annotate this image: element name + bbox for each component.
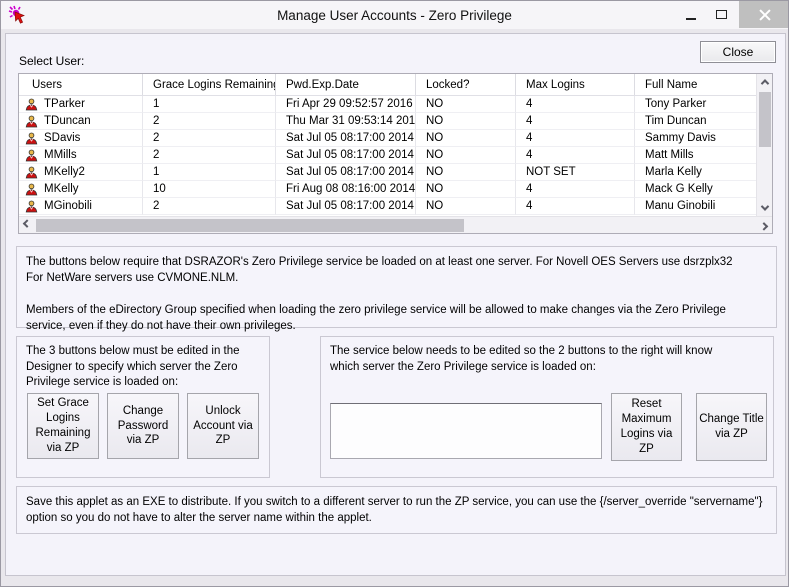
table-row[interactable]: TParker 1 Fri Apr 29 09:52:57 2016 NO 4 …: [19, 96, 756, 113]
service-edit-note: The service below needs to be edited so …: [330, 344, 720, 375]
table-row[interactable]: SDavis 2 Sat Jul 05 08:17:00 2014 NO 4 S…: [19, 130, 756, 147]
table-row[interactable]: TDuncan 2 Thu Mar 31 09:53:14 2016 NO 4 …: [19, 113, 756, 130]
chevron-up-icon: [761, 79, 769, 87]
column-header-users[interactable]: Users: [19, 74, 143, 95]
unlock-account-button[interactable]: Unlock Account via ZP: [187, 393, 259, 459]
column-header-max-logins[interactable]: Max Logins: [516, 74, 635, 95]
user-icon: [25, 115, 38, 128]
horizontal-scrollbar[interactable]: [19, 216, 772, 233]
zp-service-info-panel: The buttons below require that DSRAZOR's…: [16, 246, 777, 328]
scroll-right-button[interactable]: [756, 217, 772, 233]
maximize-button[interactable]: [707, 1, 735, 28]
select-user-label: Select User:: [19, 54, 84, 68]
user-icon: [25, 166, 38, 179]
designer-buttons-note: The 3 buttons below must be edited in th…: [26, 344, 262, 391]
list-header: Users Grace Logins Remaining Pwd.Exp.Dat…: [19, 74, 756, 96]
change-title-button[interactable]: Change Title via ZP: [696, 393, 767, 461]
user-icon: [25, 149, 38, 162]
scroll-down-button[interactable]: [757, 200, 773, 216]
dialog-window: Manage User Accounts - Zero Privilege Cl…: [0, 0, 789, 587]
save-applet-note-panel: Save this applet as an EXE to distribute…: [16, 486, 777, 534]
list-rows: TParker 1 Fri Apr 29 09:52:57 2016 NO 4 …: [19, 96, 756, 215]
minimize-icon: [686, 18, 696, 20]
table-row[interactable]: MMills 2 Sat Jul 05 08:17:00 2014 NO 4 M…: [19, 147, 756, 164]
designer-buttons-group: The 3 buttons below must be edited in th…: [16, 336, 270, 478]
table-row[interactable]: MKelly2 1 Sat Jul 05 08:17:00 2014 NO NO…: [19, 164, 756, 181]
title-bar: Manage User Accounts - Zero Privilege: [1, 1, 788, 29]
maximize-icon: [716, 10, 727, 19]
close-icon: [759, 9, 771, 21]
minimize-button[interactable]: [677, 1, 705, 28]
user-icon: [25, 132, 38, 145]
scroll-up-button[interactable]: [757, 74, 773, 90]
service-edit-group: The service below needs to be edited so …: [320, 336, 774, 478]
horizontal-scroll-thumb[interactable]: [36, 219, 464, 232]
content-panel: Close Select User: Users Grace Logins Re…: [5, 33, 786, 576]
column-header-locked[interactable]: Locked?: [416, 74, 516, 95]
column-header-grace-logins[interactable]: Grace Logins Remaining: [143, 74, 276, 95]
scroll-left-button[interactable]: [19, 217, 35, 233]
user-icon: [25, 98, 38, 111]
change-password-button[interactable]: Change Password via ZP: [107, 393, 179, 459]
user-icon: [25, 183, 38, 196]
column-header-pwd-exp-date[interactable]: Pwd.Exp.Date: [276, 74, 416, 95]
table-row[interactable]: MGinobili 2 Sat Jul 05 08:17:00 2014 NO …: [19, 198, 756, 215]
vertical-scrollbar[interactable]: [756, 74, 772, 216]
user-icon: [25, 200, 38, 213]
column-header-full-name[interactable]: Full Name: [635, 74, 756, 95]
vertical-scroll-thumb[interactable]: [759, 92, 771, 147]
set-grace-logins-button[interactable]: Set Grace Logins Remaining via ZP: [27, 393, 99, 459]
reset-max-logins-button[interactable]: Reset Maximum Logins via ZP: [611, 393, 682, 461]
chevron-left-icon: [23, 219, 31, 227]
user-list: Users Grace Logins Remaining Pwd.Exp.Dat…: [18, 73, 773, 234]
window-close-button[interactable]: [739, 1, 789, 28]
table-row[interactable]: MKelly 10 Fri Aug 08 08:16:00 2014 NO 4 …: [19, 181, 756, 198]
chevron-right-icon: [760, 222, 768, 230]
window-title: Manage User Accounts - Zero Privilege: [1, 1, 788, 29]
server-name-input[interactable]: [330, 403, 602, 459]
chevron-down-icon: [761, 202, 769, 210]
close-button[interactable]: Close: [700, 41, 776, 63]
